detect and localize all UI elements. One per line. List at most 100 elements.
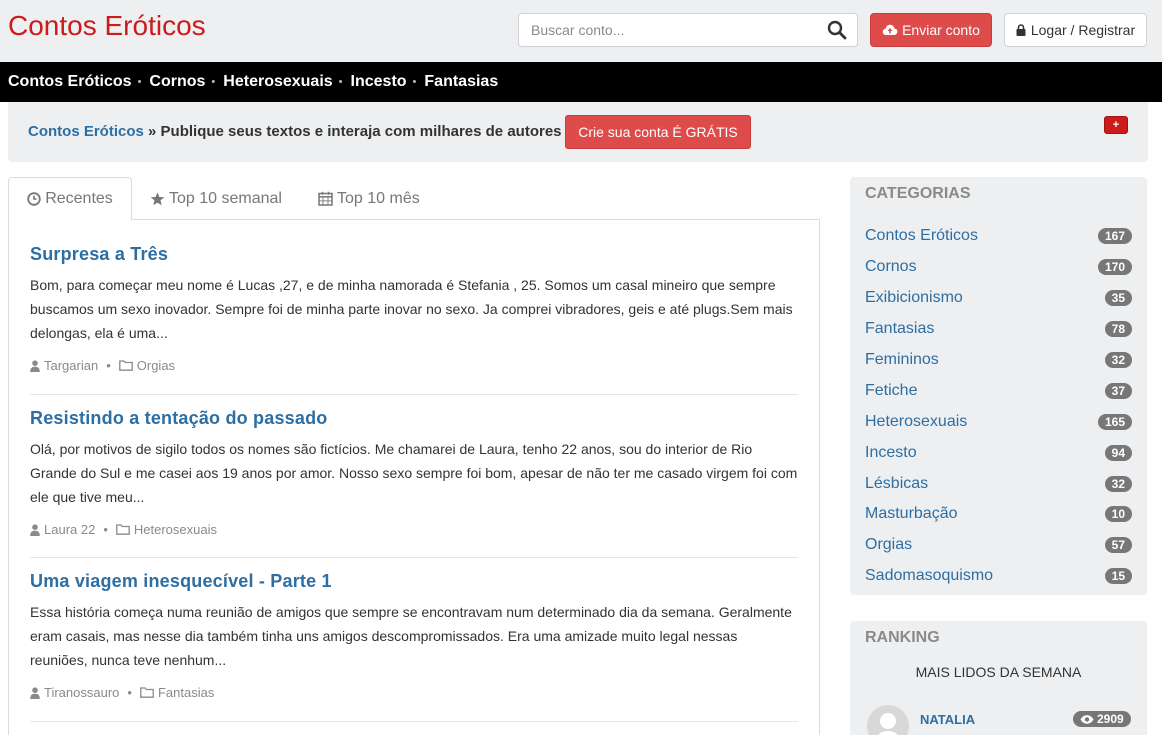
story-author[interactable]: Laura 22 [44,522,95,537]
ranking-user-name[interactable]: NATALIA [920,712,975,727]
login-register-button[interactable]: Logar / Registrar [1004,13,1147,47]
tab-recentes[interactable]: Recentes [8,177,132,221]
create-account-button[interactable]: Crie sua conta É GRÁTIS [565,115,751,149]
category-count-badge: 57 [1104,537,1132,554]
category-name[interactable]: Orgias [865,536,912,554]
story-meta: Tiranossauro • Fantasias [30,685,798,700]
cloud-upload-icon [882,23,898,37]
category-item[interactable]: Cornos 170 [865,252,1132,283]
categories-title: CATEGORIAS [865,185,971,202]
category-item[interactable]: Orgias 57 [865,530,1132,561]
meta-separator: • [103,522,108,537]
meta-separator: • [127,685,132,700]
nav-separator: • [211,76,216,88]
eye-icon [1080,714,1094,724]
category-name[interactable]: Femininos [865,351,939,369]
category-name[interactable]: Heterosexuais [865,413,967,431]
story-tabs: Recentes Top 10 semanal Top 10 mês [8,177,820,221]
main-nav: Contos Eróticos • Cornos • Heterosexuais… [0,62,1162,102]
story-title[interactable]: Resistindo a tentação do passado [30,408,798,429]
avatar-body [873,731,903,735]
list-item: Resistindo a tentação do passado Olá, po… [30,408,798,537]
breadcrumb-home-link[interactable]: Contos Eróticos [28,123,144,140]
category-name[interactable]: Masturbação [865,505,958,523]
breadcrumb-bar: Contos Eróticos » Publique seus textos e… [8,102,1148,162]
story-meta: Laura 22 • Heterosexuais [30,522,798,537]
folder-icon [116,524,130,535]
nav-item-fantasias[interactable]: Fantasias [424,73,498,91]
nav-item-contos-eroticos[interactable]: Contos Eróticos [8,73,132,91]
category-item[interactable]: Femininos 32 [865,345,1132,376]
categories-panel: CATEGORIAS Contos Eróticos 167 Cornos 170 … [850,177,1147,595]
category-item[interactable]: Fantasias 78 [865,314,1132,345]
user-icon [30,523,40,536]
search-icon[interactable] [827,20,849,42]
story-divider [30,394,798,395]
story-title[interactable]: Uma viagem inesquecível - Parte 1 [30,571,798,592]
category-count-badge: 15 [1104,568,1132,585]
nav-item-incesto[interactable]: Incesto [351,73,407,91]
folder-icon [118,360,133,371]
category-count-badge: 165 [1097,413,1132,430]
story-divider [30,557,798,558]
category-count-badge: 35 [1104,290,1132,307]
ranking-subtitle: MAIS LIDOS DA SEMANA [915,664,1082,680]
avatar-head [880,713,896,729]
ranking-title: RANKING [865,629,940,646]
story-excerpt: Essa história começa numa reunião de ami… [30,604,792,668]
category-count-badge: 37 [1104,382,1132,399]
clock-icon [27,192,41,206]
site-logo[interactable]: Contos Eróticos [8,10,206,42]
category-count-badge: 167 [1097,228,1132,245]
expand-plus-button[interactable]: + [1104,116,1128,134]
calendar-icon [318,191,333,206]
category-count-badge: 10 [1104,506,1132,523]
category-list: Contos Eróticos 167 Cornos 170 Exibicionis… [865,221,1132,592]
category-item[interactable]: Masturbação 10 [865,499,1132,530]
tab-top10-semanal[interactable]: Top 10 semanal [150,177,282,220]
send-story-button[interactable]: Enviar conto [870,13,992,47]
avatar[interactable] [867,705,909,735]
story-list: Surpresa a Três Bom, para começar meu no… [8,220,820,735]
category-name[interactable]: Fetiche [865,382,917,400]
category-name[interactable]: Contos Eróticos [865,227,978,245]
nav-item-heterosexuais[interactable]: Heterosexuais [223,73,332,91]
nav-item-cornos[interactable]: Cornos [149,73,205,91]
story-meta: Targarian • Orgias [30,358,798,373]
login-register-label: Logar / Registrar [1030,22,1136,38]
category-item[interactable]: Sadomasoquismo 15 [865,561,1132,592]
list-item: Surpresa a Três Bom, para começar meu no… [30,244,798,373]
category-name[interactable]: Lésbicas [865,475,928,493]
breadcrumb-separator: » [143,123,161,140]
category-item[interactable]: Heterosexuais 165 [865,406,1132,437]
send-story-label: Enviar conto [902,22,980,38]
breadcrumb-text: Publique seus textos e interaja com milh… [160,123,562,140]
category-item[interactable]: Contos Eróticos 167 [865,221,1132,252]
tab-top10-mes[interactable]: Top 10 mês [318,177,420,220]
story-author[interactable]: Targarian [44,358,98,373]
category-item[interactable]: Incesto 94 [865,437,1132,468]
category-count-badge: 94 [1104,444,1132,461]
category-name[interactable]: Exibicionismo [865,289,963,307]
search-box [518,13,858,47]
category-item[interactable]: Fetiche 37 [865,375,1132,406]
tab-top10-semanal-label: Top 10 semanal [169,189,282,207]
category-name[interactable]: Fantasias [865,320,934,338]
story-author[interactable]: Tiranossauro [44,685,119,700]
story-divider [30,721,798,722]
category-name[interactable]: Cornos [865,258,917,276]
category-item[interactable]: Exibicionismo 35 [865,283,1132,314]
category-item[interactable]: Lésbicas 32 [865,468,1132,499]
category-name[interactable]: Sadomasoquismo [865,567,993,585]
category-count-badge: 32 [1104,475,1132,492]
category-name[interactable]: Incesto [865,444,917,462]
story-category[interactable]: Orgias [137,358,175,373]
category-count-badge: 170 [1097,259,1132,276]
story-category[interactable]: Fantasias [158,685,214,700]
story-category[interactable]: Heterosexuais [134,522,217,537]
ranking-panel: RANKING MAIS LIDOS DA SEMANA NATALIA 290… [850,621,1147,735]
story-title[interactable]: Surpresa a Três [30,244,798,265]
nav-separator: • [338,76,343,88]
star-icon [150,192,165,206]
search-input[interactable] [519,14,819,46]
